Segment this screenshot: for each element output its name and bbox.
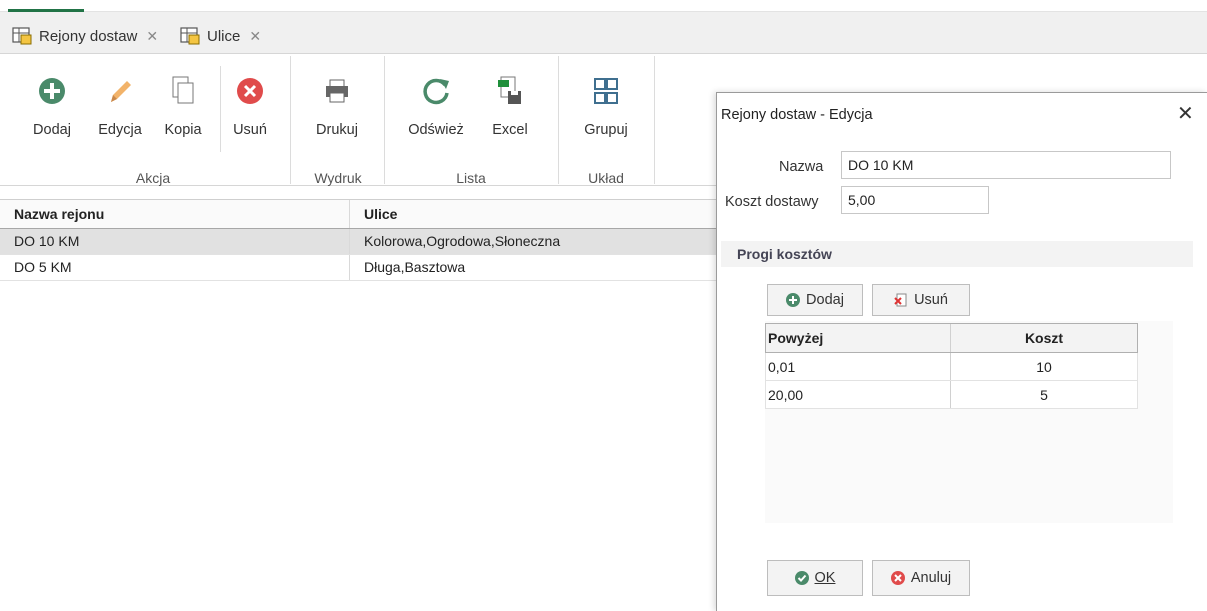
excel-button[interactable]: Excel — [488, 74, 532, 138]
layout-grid-icon — [594, 78, 618, 104]
table-row[interactable]: DO 10 KM Kolorowa,Ogrodowa,Słoneczna — [0, 229, 716, 255]
delete-doc-icon — [894, 293, 907, 307]
cancel-circle-icon — [890, 571, 905, 585]
delivery-zones-grid: Nazwa rejonu Ulice DO 10 KM Kolorowa,Ogr… — [0, 199, 716, 281]
table-icon — [12, 27, 32, 45]
group-label-list: Lista — [456, 170, 486, 186]
delete-threshold-button[interactable]: Usuń — [872, 284, 970, 316]
column-header-zone-name[interactable]: Nazwa rejonu — [0, 200, 350, 228]
group-label-printout: Wydruk — [314, 170, 362, 186]
name-label: Nazwa — [779, 159, 824, 175]
delete-circle-icon — [237, 78, 263, 104]
group-label-action: Akcja — [135, 170, 171, 186]
column-header-above[interactable]: Powyżej — [766, 324, 951, 352]
cost-field[interactable] — [841, 186, 989, 214]
plus-circle-icon — [39, 78, 65, 104]
add-button[interactable]: Dodaj — [30, 74, 74, 138]
section-title: Progi kosztów — [721, 241, 1193, 267]
group-label-layout: Układ — [588, 170, 624, 186]
edit-dialog: Rejony dostaw - Edycja ✕ Nazwa Koszt dos… — [716, 92, 1207, 611]
title-strip — [0, 0, 1207, 12]
dialog-title: Rejony dostaw - Edycja — [721, 107, 873, 123]
tab-label: Rejony dostaw — [39, 27, 138, 45]
table-row[interactable]: DO 5 KM Długa,Basztowa — [0, 255, 716, 281]
refresh-icon — [423, 78, 449, 105]
separator — [290, 56, 291, 184]
separator — [654, 56, 655, 184]
thresholds-grid: Powyżej Koszt 0,01 10 20,00 5 — [765, 323, 1138, 409]
printer-icon — [326, 79, 348, 103]
separator — [220, 66, 221, 152]
tab-label: Ulice — [207, 27, 241, 45]
name-field[interactable] — [841, 151, 1171, 179]
close-icon[interactable]: ✕ — [146, 28, 158, 45]
column-header-cost[interactable]: Koszt — [951, 324, 1137, 352]
grid-header: Nazwa rejonu Ulice — [0, 199, 716, 229]
cell-above: 0,01 — [766, 353, 951, 380]
close-icon[interactable]: ✕ — [249, 28, 261, 45]
table-row[interactable]: 20,00 5 — [765, 381, 1138, 409]
plus-circle-icon — [786, 293, 801, 307]
tab-ulice[interactable]: Ulice ✕ — [180, 22, 261, 50]
separator — [384, 56, 385, 184]
cell-above: 20,00 — [766, 381, 951, 408]
edit-button[interactable]: Edycja — [94, 74, 146, 138]
pencil-icon — [111, 81, 131, 102]
cell-zone-name: DO 10 KM — [0, 229, 350, 254]
excel-save-icon — [498, 76, 521, 104]
table-row[interactable]: 0,01 10 — [765, 353, 1138, 381]
add-threshold-button[interactable]: Dodaj — [767, 284, 863, 316]
ok-button[interactable]: OK — [767, 560, 863, 596]
copy-icon — [172, 76, 194, 104]
column-header-streets[interactable]: Ulice — [350, 200, 716, 228]
refresh-button[interactable]: Odśwież — [406, 74, 466, 138]
tab-rejony-dostaw[interactable]: Rejony dostaw ✕ — [12, 22, 158, 50]
cell-cost: 5 — [1040, 387, 1048, 403]
close-icon[interactable]: ✕ — [1177, 101, 1194, 126]
cancel-button[interactable]: Anuluj — [872, 560, 970, 596]
cell-streets: Długa,Basztowa — [364, 259, 466, 275]
copy-button[interactable]: Kopia — [160, 74, 206, 138]
delete-button[interactable]: Usuń — [230, 74, 270, 138]
tab-bar: Rejony dostaw ✕ Ulice ✕ — [0, 12, 1207, 54]
cost-label: Koszt dostawy — [725, 194, 819, 210]
table-icon — [180, 27, 200, 45]
separator — [558, 56, 559, 184]
group-button[interactable]: Grupuj — [580, 74, 632, 138]
cell-zone-name: DO 5 KM — [0, 255, 350, 280]
print-button[interactable]: Drukuj — [312, 74, 362, 138]
cell-cost: 10 — [1036, 359, 1052, 375]
check-circle-icon — [794, 571, 809, 585]
cell-streets: Kolorowa,Ogrodowa,Słoneczna — [364, 233, 561, 249]
thresholds-header: Powyżej Koszt — [765, 323, 1138, 353]
